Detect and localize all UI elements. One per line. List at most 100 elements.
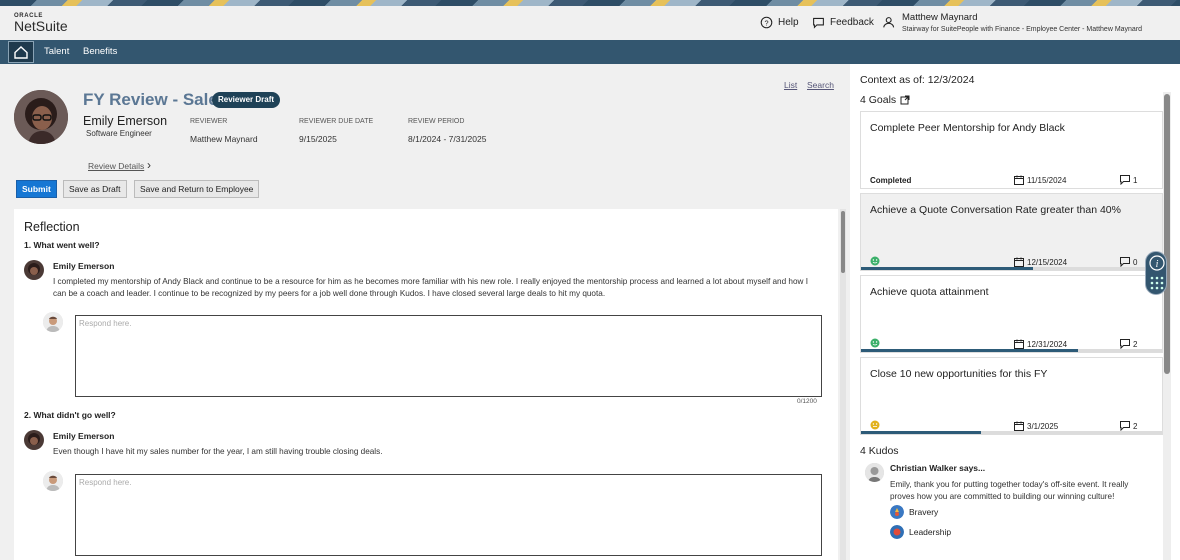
response-field-2[interactable] — [75, 474, 822, 556]
reviewer-due-date-label: REVIEWER DUE DATE — [299, 118, 374, 125]
grid-icon[interactable] — [1150, 276, 1164, 290]
response-field-1[interactable] — [75, 315, 822, 397]
calendar-icon — [1014, 421, 1024, 431]
reviewer-label: REVIEWER — [190, 118, 228, 125]
employee-role: Software Engineer — [86, 129, 152, 138]
goal-progress-bar — [861, 431, 1162, 434]
happy-face-icon — [870, 256, 880, 266]
goal-card[interactable]: Close 10 new opportunities for this FY 3/… — [860, 357, 1163, 435]
goal-due-date: 12/15/2024 — [1014, 257, 1067, 267]
calendar-icon — [1014, 257, 1024, 267]
comment-icon — [1120, 421, 1130, 431]
kudos-author-avatar — [865, 463, 884, 482]
answer-text: Even though I have hit my sales number f… — [53, 447, 383, 456]
leadership-badge-icon — [890, 525, 904, 539]
calendar-icon — [1014, 175, 1024, 185]
kudos-text: Emily, thank you for putting together to… — [890, 480, 1129, 501]
character-counter: 0/1200 — [797, 398, 817, 405]
goal-progress-bar — [861, 267, 1162, 270]
sidebar-scrollbar[interactable] — [1163, 92, 1171, 560]
top-bar: ORACLE NetSuite ? Help Feedback Matthew … — [0, 6, 1180, 40]
goal-due-date: 3/1/2025 — [1014, 421, 1058, 431]
main-nav: Talent Benefits — [0, 40, 1180, 64]
scrollbar-thumb[interactable] — [841, 211, 845, 273]
goal-card[interactable]: Complete Peer Mentorship for Andy Black C… — [860, 111, 1163, 189]
comment-icon — [1120, 175, 1130, 185]
status-badge: Reviewer Draft — [212, 92, 281, 108]
feedback-icon — [813, 17, 824, 29]
review-period-label: REVIEW PERIOD — [408, 118, 465, 125]
search-link[interactable]: Search — [807, 80, 834, 90]
save-as-draft-button[interactable]: Save as Draft — [63, 180, 127, 198]
comment-icon — [1120, 339, 1130, 349]
goals-heading[interactable]: 4 Goals — [860, 94, 910, 106]
goal-progress-fill — [861, 349, 1078, 352]
goal-progress-fill — [861, 267, 1033, 270]
happy-face-icon — [870, 338, 880, 348]
goal-title[interactable]: Achieve a Quote Conversation Rate greate… — [870, 204, 1121, 216]
user-context: Stairway for SuitePeople with Finance - … — [902, 26, 1143, 33]
calendar-icon — [1014, 339, 1024, 349]
kudos-author: Christian Walker says... — [890, 463, 986, 473]
employee-avatar — [14, 90, 68, 144]
goal-due-date: 11/15/2024 — [1014, 175, 1066, 185]
user-icon — [883, 17, 895, 28]
reviewer-avatar — [43, 312, 63, 332]
goal-due-date: 12/31/2024 — [1014, 339, 1067, 349]
author-avatar — [24, 430, 44, 450]
goal-card[interactable]: Achieve quota attainment 12/31/2024 2 — [860, 275, 1163, 353]
question-1: 1. What went well? — [24, 240, 100, 250]
goal-comments[interactable]: 2 — [1120, 421, 1137, 431]
user-menu[interactable]: Matthew Maynard Stairway for SuitePeople… — [883, 12, 1142, 33]
goal-title[interactable]: Close 10 new opportunities for this FY — [870, 368, 1047, 380]
kudos-badge-bravery: Bravery — [890, 505, 938, 519]
kudos-badge-leadership: Leadership — [890, 525, 951, 539]
answer-author: Emily Emerson — [53, 431, 115, 441]
nav-item-benefits[interactable]: Benefits — [83, 46, 117, 57]
review-title: FY Review - Sales — [83, 90, 228, 109]
scrollbar-thumb[interactable] — [1164, 94, 1170, 374]
goal-progress-bar — [861, 349, 1162, 352]
reviewer-avatar — [43, 471, 63, 491]
help-icon: ? — [760, 16, 773, 29]
goal-progress-fill — [861, 431, 982, 434]
review-period-value: 8/1/2024 - 7/31/2025 — [408, 134, 487, 144]
info-icon[interactable]: i — [1149, 255, 1165, 271]
save-and-return-button[interactable]: Save and Return to Employee — [134, 180, 260, 198]
help-link[interactable]: ? Help — [760, 16, 799, 29]
response-input-1[interactable] — [76, 316, 821, 331]
review-details-link[interactable]: Review Details — [88, 161, 144, 171]
reflection-scrollbar[interactable] — [840, 209, 846, 560]
comment-icon — [1120, 257, 1130, 267]
external-link-icon[interactable] — [900, 95, 910, 105]
goal-title[interactable]: Complete Peer Mentorship for Andy Black — [870, 122, 1065, 134]
svg-text:?: ? — [764, 18, 768, 27]
answer-text: I completed my mentorship of Andy Black … — [53, 277, 809, 298]
reviewer-due-date-value: 9/15/2025 — [299, 134, 337, 144]
answer-author: Emily Emerson — [53, 261, 115, 271]
kudos-heading: 4 Kudos — [860, 445, 899, 457]
home-icon — [14, 45, 28, 59]
context-date: Context as of: 12/3/2024 — [860, 74, 975, 86]
goal-title[interactable]: Achieve quota attainment — [870, 286, 989, 298]
chevron-right-icon[interactable]: › — [147, 158, 151, 172]
home-button[interactable] — [8, 41, 34, 63]
author-avatar — [24, 260, 44, 280]
nav-item-talent[interactable]: Talent — [44, 46, 69, 57]
goal-comments[interactable]: 0 — [1120, 257, 1137, 267]
svg-text:i: i — [1156, 259, 1159, 270]
question-2: 2. What didn't go well? — [24, 410, 116, 420]
netsuite-logo[interactable]: ORACLE NetSuite — [14, 13, 68, 34]
goal-comments[interactable]: 2 — [1120, 339, 1137, 349]
response-input-2[interactable] — [76, 475, 821, 490]
goal-comments[interactable]: 1 — [1120, 175, 1137, 185]
reflection-heading: Reflection — [24, 220, 80, 234]
list-link[interactable]: List — [784, 80, 797, 90]
goal-card[interactable]: Achieve a Quote Conversation Rate greate… — [860, 193, 1163, 271]
employee-name: Emily Emerson — [83, 114, 168, 128]
info-widget[interactable]: i — [1145, 251, 1167, 295]
submit-button[interactable]: Submit — [16, 180, 57, 198]
reviewer-value: Matthew Maynard — [190, 134, 258, 144]
bravery-badge-icon — [890, 505, 904, 519]
feedback-link[interactable]: Feedback — [812, 16, 874, 29]
